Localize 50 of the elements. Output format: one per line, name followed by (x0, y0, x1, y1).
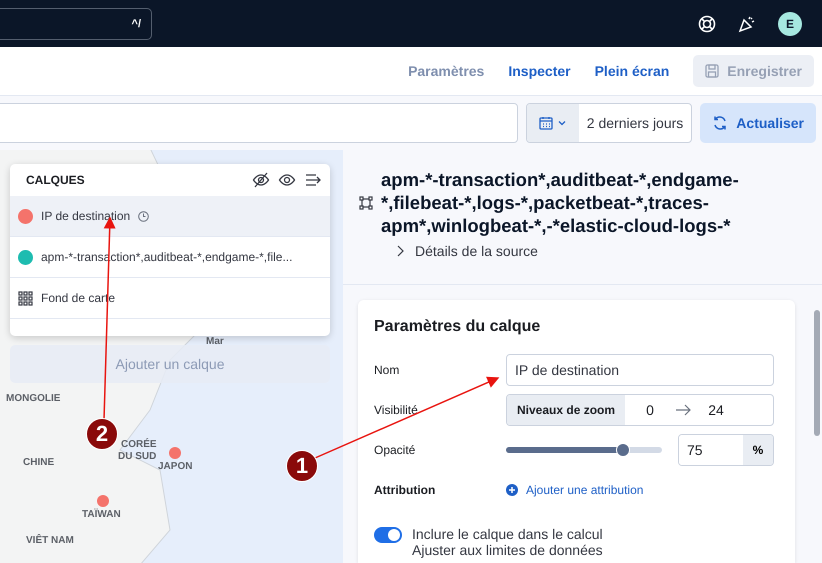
chevron-right-icon (395, 245, 405, 257)
slider-thumb[interactable] (616, 443, 630, 457)
map-label: DU SUD (118, 451, 156, 462)
eye-slash-icon[interactable] (252, 171, 270, 189)
save-icon (705, 64, 720, 78)
opacity-field[interactable]: 75 % (678, 434, 774, 466)
map-label: TAÏWAN (82, 509, 121, 520)
map-label: Mar (206, 336, 224, 347)
source-title: apm-*-transaction*,auditbeat-*,endgame-*,filebeat-*,logs-*,packetbeat-*,traces-apm*,winlogbeat-*,-*elastic-cloud-logs-* (381, 168, 740, 237)
layer-name: IP de destination (41, 209, 130, 223)
calendar-icon (538, 116, 553, 130)
zoom-range-field[interactable]: Niveaux de zoom 0 24 (506, 394, 774, 426)
chevron-down-icon (556, 118, 567, 128)
shortcut-hint: ^/ (132, 18, 141, 30)
name-field[interactable]: IP de destination (506, 354, 774, 386)
switch-label: Inclure le calque dans le calcul (412, 526, 603, 542)
refresh-icon (712, 115, 728, 131)
card-title: Paramètres du calque (374, 318, 542, 336)
map-label: MONGOLIE (6, 393, 60, 404)
bounding-box-icon (359, 196, 373, 210)
add-attribution-link[interactable]: Ajouter une attribution (506, 483, 644, 497)
header-link[interactable]: Plein écran (594, 63, 670, 79)
field-label: Nom (374, 363, 400, 377)
fit-label: Ajuster aux limites de données (412, 542, 603, 558)
search-field[interactable]: ^/ (0, 8, 152, 40)
field-label: Opacité (374, 443, 416, 457)
layer-item[interactable]: IP de destination (10, 196, 330, 237)
query-field[interactable] (0, 103, 518, 143)
party-popper-icon[interactable] (738, 14, 756, 32)
user-avatar[interactable]: E (778, 12, 802, 36)
help-icon[interactable] (698, 14, 716, 32)
scrollbar[interactable] (814, 310, 820, 436)
panel-title: CALQUES (26, 173, 86, 187)
map-label: CORÉE (121, 439, 157, 450)
field-label: Attribution (374, 483, 436, 497)
map-point-marker (169, 447, 181, 459)
date-picker-button[interactable] (526, 104, 579, 142)
field-label: Visibilité (374, 403, 419, 417)
map-label: CHINE (23, 457, 54, 468)
refresh-button[interactable]: Actualiser (700, 103, 816, 143)
map-label: VIÊT NAM (26, 535, 74, 546)
grid-icon (18, 290, 33, 306)
plus-circle-icon (506, 484, 518, 496)
source-details-toggle[interactable]: Détails de la source (395, 243, 538, 259)
header-link[interactable]: Inspecter (508, 63, 571, 79)
map-point-marker (97, 495, 109, 507)
zoom-prefix: Niveaux de zoom (507, 395, 626, 425)
include-switch[interactable] (374, 527, 402, 543)
percent-unit: % (743, 435, 773, 465)
map-label: JAPON (158, 461, 192, 472)
